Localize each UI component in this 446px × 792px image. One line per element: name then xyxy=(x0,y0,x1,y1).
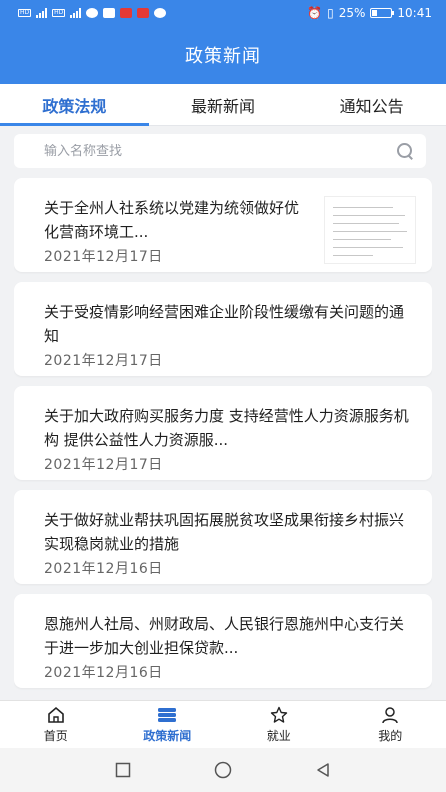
cellular-signal-2-icon xyxy=(70,8,82,18)
article-card[interactable]: 关于全州人社系统以党建为统领做好优化营商环境工... 2021年12月17日 xyxy=(14,178,432,272)
search-input[interactable] xyxy=(44,143,396,159)
tab-label: 通知公告 xyxy=(339,96,404,116)
alarm-icon: ⏰ xyxy=(307,6,323,20)
article-title: 关于做好就业帮扶巩固拓展脱贫攻坚成果衔接乡村振兴实现稳岗就业的措施 xyxy=(44,511,405,553)
search-icon[interactable] xyxy=(396,142,414,160)
nav-label: 首页 xyxy=(43,728,68,743)
thumbnail-line xyxy=(333,215,405,216)
app-header: 政策新闻 xyxy=(0,26,446,84)
news-icon xyxy=(157,706,177,724)
thumbnail-line xyxy=(333,247,403,248)
article-text: 关于加大政府购买服务力度 支持经营性人力资源服务机构 提供公益性人力资源服...… xyxy=(44,398,416,480)
article-title: 关于加大政府购买服务力度 支持经营性人力资源服务机构 提供公益性人力资源服... xyxy=(44,407,409,449)
app-badge-icon xyxy=(137,8,150,18)
thumbnail-line xyxy=(333,239,391,240)
emblem-icon xyxy=(120,8,133,18)
nav-label: 我的 xyxy=(378,728,403,743)
battery-percent: 25% xyxy=(338,6,366,20)
article-card[interactable]: 关于做好就业帮扶巩固拓展脱贫攻坚成果衔接乡村振兴实现稳岗就业的措施 2021年1… xyxy=(14,490,432,584)
search-bar xyxy=(14,134,426,168)
article-card[interactable]: 关于加大政府购买服务力度 支持经营性人力资源服务机构 提供公益性人力资源服...… xyxy=(14,386,432,480)
article-date: 2021年12月17日 xyxy=(44,249,163,265)
check-shield-icon xyxy=(154,8,167,18)
tab-label: 最新新闻 xyxy=(191,96,256,116)
bottom-nav: 首页 政策新闻 就业 我的 xyxy=(0,700,446,748)
tab-policy-regulations[interactable]: 政策法规 xyxy=(0,84,149,126)
nav-label: 政策新闻 xyxy=(143,728,192,743)
message-icon xyxy=(86,8,99,18)
article-text: 关于做好就业帮扶巩固拓展脱贫攻坚成果衔接乡村振兴实现稳岗就业的措施 2021年1… xyxy=(44,502,416,584)
system-nav-bar xyxy=(0,748,446,792)
battery-icon xyxy=(370,8,395,18)
back-icon[interactable] xyxy=(313,760,333,780)
status-right: ⏰ ▯ 25% 10:41 xyxy=(307,6,432,20)
home-circle-icon[interactable] xyxy=(213,760,233,780)
sim2-badge: HD xyxy=(52,9,66,17)
star-icon xyxy=(269,706,289,724)
home-icon xyxy=(46,706,66,724)
article-thumbnail xyxy=(324,196,416,264)
thumbnail-line xyxy=(333,231,407,232)
vibrate-icon: ▯ xyxy=(327,6,334,20)
article-date: 2021年12月16日 xyxy=(44,561,163,577)
article-title: 关于受疫情影响经营困难企业阶段性缓缴有关问题的通知 xyxy=(44,303,405,345)
status-left: HD HD xyxy=(18,8,167,18)
sim-badge: HD xyxy=(18,9,32,17)
status-bar: HD HD ⏰ ▯ 25% 10:41 xyxy=(0,0,446,26)
tab-label: 政策法规 xyxy=(42,96,107,116)
user-icon xyxy=(380,706,400,724)
article-card[interactable]: 关于受疫情影响经营困难企业阶段性缓缴有关问题的通知 2021年12月17日 xyxy=(14,282,432,376)
recent-apps-icon[interactable] xyxy=(113,760,133,780)
article-title: 关于全州人社系统以党建为统领做好优化营商环境工... xyxy=(44,199,300,241)
nav-home[interactable]: 首页 xyxy=(0,701,112,748)
tab-latest-news[interactable]: 最新新闻 xyxy=(149,84,298,125)
app-notification-icon xyxy=(103,8,116,18)
nav-mine[interactable]: 我的 xyxy=(335,701,446,748)
tab-bar: 政策法规 最新新闻 通知公告 xyxy=(0,84,446,126)
thumbnail-line xyxy=(333,223,399,224)
nav-policy-news[interactable]: 政策新闻 xyxy=(112,701,224,748)
article-text: 关于全州人社系统以党建为统领做好优化营商环境工... 2021年12月17日 xyxy=(44,190,312,272)
article-date: 2021年12月16日 xyxy=(44,665,163,681)
article-card[interactable]: 恩施州人社局、州财政局、人民银行恩施州中心支行关于进一步加大创业担保贷款... … xyxy=(14,594,432,688)
article-list: 关于全州人社系统以党建为统领做好优化营商环境工... 2021年12月17日 关… xyxy=(14,178,432,696)
clock: 10:41 xyxy=(397,6,432,20)
article-title: 恩施州人社局、州财政局、人民银行恩施州中心支行关于进一步加大创业担保贷款... xyxy=(44,615,405,657)
article-text: 恩施州人社局、州财政局、人民银行恩施州中心支行关于进一步加大创业担保贷款... … xyxy=(44,606,416,688)
article-date: 2021年12月17日 xyxy=(44,353,163,369)
article-date: 2021年12月17日 xyxy=(44,457,163,473)
thumbnail-line xyxy=(333,207,393,208)
page-title: 政策新闻 xyxy=(185,46,261,67)
cellular-signal-icon xyxy=(36,8,48,18)
nav-label: 就业 xyxy=(266,728,291,743)
article-text: 关于受疫情影响经营困难企业阶段性缓缴有关问题的通知 2021年12月17日 xyxy=(44,294,416,376)
thumbnail-line xyxy=(333,255,373,256)
nav-employment[interactable]: 就业 xyxy=(223,701,335,748)
tab-announcements[interactable]: 通知公告 xyxy=(297,84,446,125)
